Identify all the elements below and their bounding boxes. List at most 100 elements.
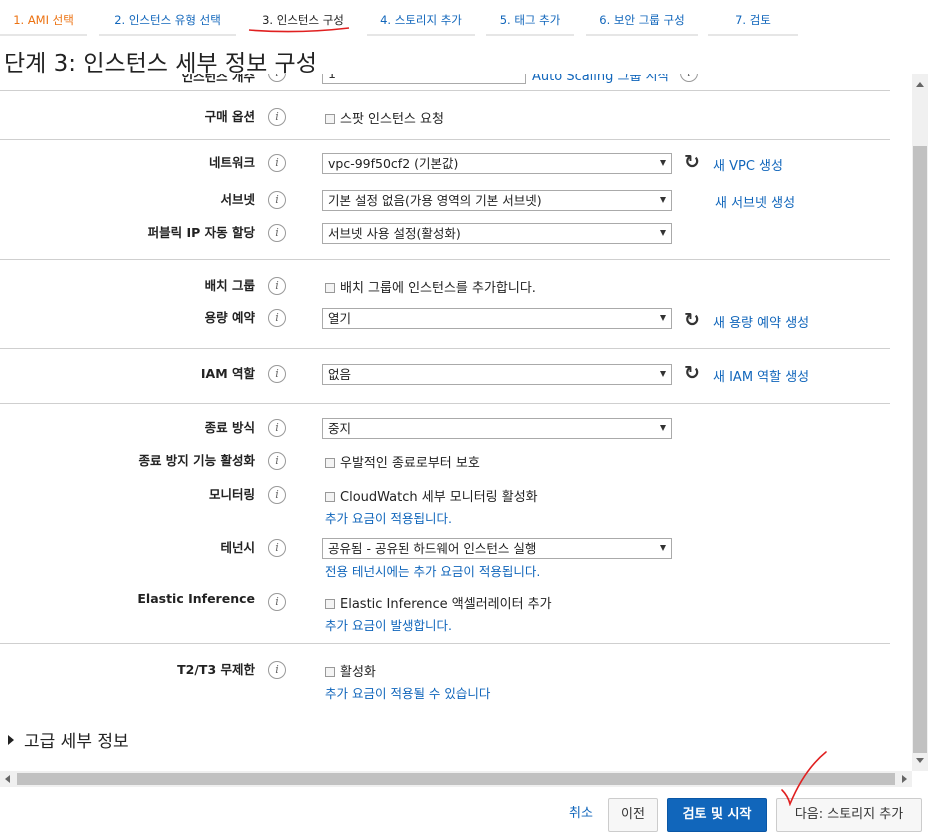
termination-protection-checkbox-label: 우발적인 종료로부터 보호: [340, 456, 480, 471]
placement-group-checkbox[interactable]: [325, 283, 335, 293]
red-underline-annotation: [248, 27, 350, 33]
subnet-value: 기본 설정 없음(가용 영역의 기본 서브넷): [328, 193, 542, 208]
tenancy-value: 공유됨 - 공유된 하드웨어 인스턴스 실행: [328, 541, 537, 556]
instance-count-input[interactable]: 1: [322, 74, 526, 84]
info-icon[interactable]: i: [268, 191, 286, 209]
info-icon[interactable]: i: [268, 277, 286, 295]
chevron-down-icon: [660, 425, 666, 431]
elastic-inference-charge-note[interactable]: 추가 요금이 발생합니다.: [325, 615, 452, 634]
scroll-right-icon[interactable]: [902, 775, 907, 783]
tab-security-group[interactable]: 6. 보안 그룹 구성: [586, 6, 698, 36]
termination-protection-checkbox[interactable]: [325, 458, 335, 468]
info-icon[interactable]: i: [268, 224, 286, 242]
t2t3-unlimited-checkbox-label: 활성화: [340, 665, 376, 680]
vertical-scrollbar[interactable]: [912, 74, 928, 771]
info-icon[interactable]: i: [268, 539, 286, 557]
info-icon[interactable]: i: [268, 108, 286, 126]
shutdown-behavior-select[interactable]: 중지: [322, 418, 672, 439]
public-ip-select[interactable]: 서브넷 사용 설정(활성화): [322, 223, 672, 244]
info-icon[interactable]: i: [268, 593, 286, 611]
capacity-reservation-value: 열기: [328, 311, 352, 326]
chevron-down-icon: [660, 545, 666, 551]
divider: [0, 90, 890, 91]
network-value: vpc-99f50cf2 (기본값): [328, 156, 459, 171]
auto-scaling-link[interactable]: Auto Scaling 그룹 시작: [532, 74, 670, 84]
refresh-icon[interactable]: ↻: [682, 152, 702, 172]
tenancy-charge-note[interactable]: 전용 테넌시에는 추가 요금이 적용됩니다.: [325, 561, 540, 580]
divider: [0, 643, 890, 644]
vertical-scroll-thumb[interactable]: [913, 146, 927, 753]
elastic-inference-label: Elastic Inference: [137, 591, 255, 606]
spot-instance-checkbox[interactable]: [325, 114, 335, 124]
create-iam-role-link[interactable]: 새 IAM 역할 생성: [713, 366, 809, 385]
network-select[interactable]: vpc-99f50cf2 (기본값): [322, 153, 672, 174]
placement-group-option[interactable]: 배치 그룹에 인스턴스를 추가합니다.: [325, 277, 536, 296]
shutdown-behavior-label: 종료 방식: [204, 420, 255, 435]
info-icon[interactable]: i: [268, 365, 286, 383]
capacity-reservation-label: 용량 예약: [204, 310, 255, 325]
tab-ami[interactable]: 1. AMI 선택: [0, 6, 87, 36]
spot-instance-label: 스팟 인스턴스 요청: [340, 112, 444, 127]
subnet-label: 서브넷: [220, 192, 255, 207]
tab-review[interactable]: 7. 검토: [708, 6, 798, 36]
monitoring-charge-note[interactable]: 추가 요금이 적용됩니다.: [325, 508, 452, 527]
form-viewport: 인스턴스 개수 i 1 Auto Scaling 그룹 시작 i 구매 옵션 i…: [0, 74, 912, 771]
spot-instance-option[interactable]: 스팟 인스턴스 요청: [325, 108, 444, 127]
placement-group-label: 배치 그룹: [204, 278, 255, 293]
refresh-icon[interactable]: ↻: [682, 310, 702, 330]
caret-right-icon: [8, 735, 14, 745]
chevron-down-icon: [660, 160, 666, 166]
divider: [0, 403, 890, 404]
subnet-select[interactable]: 기본 설정 없음(가용 영역의 기본 서브넷): [322, 190, 672, 211]
public-ip-value: 서브넷 사용 설정(활성화): [328, 226, 461, 241]
tenancy-select[interactable]: 공유됨 - 공유된 하드웨어 인스턴스 실행: [322, 538, 672, 559]
elastic-inference-checkbox-label: Elastic Inference 액셀러레이터 추가: [340, 597, 552, 612]
monitoring-option[interactable]: CloudWatch 세부 모니터링 활성화: [325, 486, 538, 505]
monitoring-checkbox-label: CloudWatch 세부 모니터링 활성화: [340, 490, 538, 505]
info-icon[interactable]: i: [268, 309, 286, 327]
info-icon[interactable]: i: [268, 486, 286, 504]
tab-add-storage[interactable]: 4. 스토리지 추가: [367, 6, 475, 36]
t2t3-unlimited-checkbox[interactable]: [325, 667, 335, 677]
tenancy-label: 테넌시: [220, 540, 255, 555]
create-subnet-link[interactable]: 새 서브넷 생성: [715, 192, 795, 211]
scroll-up-icon[interactable]: [916, 82, 924, 87]
scroll-down-icon[interactable]: [916, 758, 924, 763]
divider: [0, 139, 890, 140]
iam-role-label: IAM 역할: [200, 366, 255, 381]
previous-button[interactable]: 이전: [608, 798, 658, 832]
info-icon[interactable]: i: [268, 154, 286, 172]
info-icon[interactable]: i: [268, 452, 286, 470]
elastic-inference-option[interactable]: Elastic Inference 액셀러레이터 추가: [325, 593, 552, 612]
advanced-details-label: 고급 세부 정보: [24, 732, 129, 752]
red-check-annotation: [781, 751, 827, 806]
iam-role-select[interactable]: 없음: [322, 364, 672, 385]
placement-group-checkbox-label: 배치 그룹에 인스턴스를 추가합니다.: [340, 281, 536, 296]
page-title: 단계 3: 인스턴스 세부 정보 구성: [4, 51, 317, 77]
termination-protection-option[interactable]: 우발적인 종료로부터 보호: [325, 452, 480, 471]
chevron-down-icon: [660, 230, 666, 236]
t2t3-unlimited-label: T2/T3 무제한: [177, 662, 255, 677]
advanced-details-toggle[interactable]: 고급 세부 정보: [8, 727, 129, 752]
review-and-launch-button[interactable]: 검토 및 시작: [667, 798, 767, 832]
elastic-inference-checkbox[interactable]: [325, 599, 335, 609]
create-capacity-reservation-link[interactable]: 새 용량 예약 생성: [713, 312, 809, 331]
tab-add-tags[interactable]: 5. 태그 추가: [486, 6, 574, 36]
tab-instance-type[interactable]: 2. 인스턴스 유형 선택: [99, 6, 236, 36]
t2t3-unlimited-option[interactable]: 활성화: [325, 661, 376, 680]
create-vpc-link[interactable]: 새 VPC 생성: [713, 155, 783, 174]
horizontal-scrollbar[interactable]: [0, 771, 912, 787]
refresh-icon[interactable]: ↻: [682, 363, 702, 383]
info-icon[interactable]: i: [268, 661, 286, 679]
divider: [0, 348, 890, 349]
capacity-reservation-select[interactable]: 열기: [322, 308, 672, 329]
cancel-button[interactable]: 취소: [557, 798, 605, 832]
info-icon[interactable]: i: [268, 419, 286, 437]
purchase-option-label: 구매 옵션: [204, 109, 255, 124]
scroll-left-icon[interactable]: [5, 775, 10, 783]
info-icon[interactable]: i: [680, 74, 698, 82]
horizontal-scroll-thumb[interactable]: [17, 773, 895, 785]
t2t3-charge-note[interactable]: 추가 요금이 적용될 수 있습니다: [325, 683, 490, 702]
monitoring-checkbox[interactable]: [325, 492, 335, 502]
chevron-down-icon: [660, 371, 666, 377]
